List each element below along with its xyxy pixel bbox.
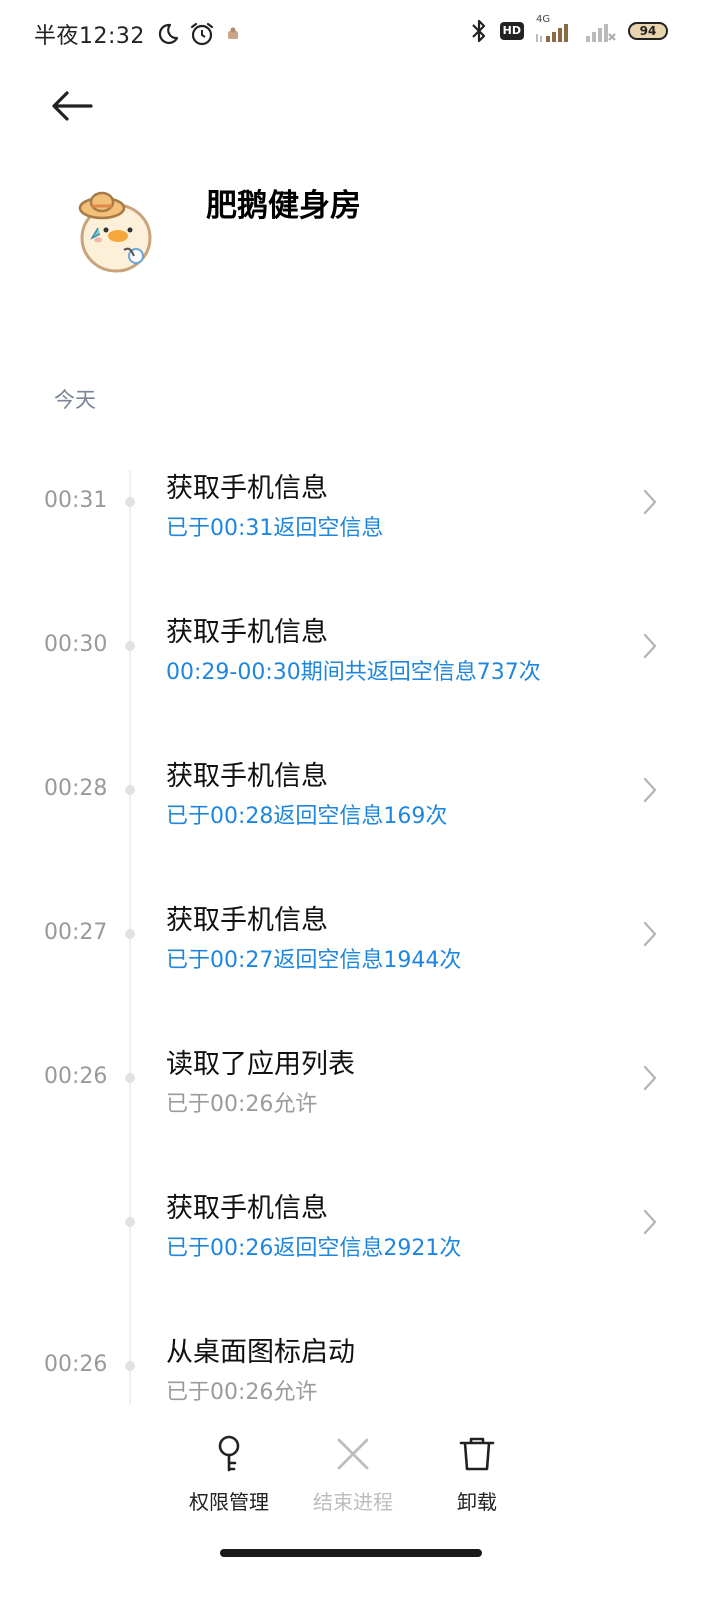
- entry-title: 获取手机信息: [166, 473, 328, 504]
- uninstall-button[interactable]: 卸载: [422, 1420, 532, 1520]
- entry-time: 00:27: [44, 920, 108, 945]
- alarm-icon: [189, 21, 215, 47]
- entry-time: 00:28: [44, 776, 108, 801]
- notification-icon: [225, 26, 241, 42]
- permissions-button[interactable]: 权限管理: [174, 1420, 284, 1520]
- status-bar-right: HD 4G 94: [468, 14, 668, 44]
- timeline-entry[interactable]: 00:31 获取手机信息 已于00:31返回空信息: [0, 452, 720, 562]
- timeline-entry[interactable]: 00:28 获取手机信息 已于00:28返回空信息169次: [0, 740, 720, 850]
- entry-time: 00:30: [44, 632, 108, 657]
- back-button[interactable]: [48, 82, 96, 130]
- timeline-entry[interactable]: 获取手机信息 已于00:26返回空信息2921次: [0, 1172, 720, 1282]
- section-title-today: 今天: [54, 388, 96, 412]
- uninstall-label: 卸载: [457, 1490, 497, 1514]
- entry-title: 获取手机信息: [166, 761, 328, 792]
- chevron-right-icon: [638, 630, 662, 662]
- timeline-entry[interactable]: 00:27 获取手机信息 已于00:27返回空信息1944次: [0, 884, 720, 994]
- permissions-label: 权限管理: [189, 1490, 269, 1514]
- hd-badge: HD: [499, 22, 524, 40]
- arrow-left-icon: [52, 91, 93, 121]
- entry-time: 00:31: [44, 488, 108, 513]
- entry-subtitle: 已于00:26允许: [166, 1380, 318, 1405]
- entry-title: 获取手机信息: [166, 905, 328, 936]
- chevron-right-icon: [638, 774, 662, 806]
- entry-subtitle: 已于00:26返回空信息2921次: [166, 1236, 462, 1261]
- entry-title: 读取了应用列表: [166, 1049, 355, 1080]
- status-time: 半夜12:32: [34, 24, 145, 49]
- timeline-dot: [125, 1361, 135, 1371]
- key-icon: [209, 1434, 249, 1474]
- signal-icon: [584, 18, 618, 44]
- battery-indicator: 94: [628, 22, 668, 40]
- timeline-dot: [125, 929, 135, 939]
- trash-icon: [457, 1434, 497, 1474]
- entry-subtitle: 00:29-00:30期间共返回空信息737次: [166, 660, 541, 685]
- timeline-dot: [125, 497, 135, 507]
- timeline-entry: 00:26 从桌面图标启动 已于00:26允许: [0, 1316, 720, 1426]
- bottom-action-bar: 权限管理 结束进程 卸载: [0, 1420, 720, 1530]
- timeline-dot: [125, 1073, 135, 1083]
- entry-title: 从桌面图标启动: [166, 1337, 355, 1368]
- chevron-right-icon: [638, 1062, 662, 1094]
- moon-icon: [155, 22, 179, 46]
- app-icon: [76, 186, 154, 278]
- close-icon: [333, 1434, 373, 1474]
- chevron-right-icon: [638, 1206, 662, 1238]
- entry-subtitle: 已于00:27返回空信息1944次: [166, 948, 462, 973]
- timeline-entry[interactable]: 00:30 获取手机信息 00:29-00:30期间共返回空信息737次: [0, 596, 720, 706]
- chevron-right-icon: [638, 918, 662, 950]
- entry-subtitle: 已于00:28返回空信息169次: [166, 804, 448, 829]
- entry-title: 获取手机信息: [166, 1193, 328, 1224]
- timeline-dot: [125, 641, 135, 651]
- entry-time: 00:26: [44, 1352, 108, 1377]
- entry-time: 00:26: [44, 1064, 108, 1089]
- timeline-dot: [125, 785, 135, 795]
- bluetooth-icon: [468, 18, 490, 44]
- timeline-dot: [125, 1217, 135, 1227]
- app-name: 肥鹅健身房: [206, 188, 361, 224]
- home-indicator[interactable]: [220, 1549, 482, 1557]
- signal-4g-icon: 4G: [534, 14, 574, 44]
- entry-title: 获取手机信息: [166, 617, 328, 648]
- entry-subtitle: 已于00:26允许: [166, 1092, 318, 1117]
- timeline-entry[interactable]: 00:26 读取了应用列表 已于00:26允许: [0, 1028, 720, 1138]
- end-process-label: 结束进程: [313, 1490, 393, 1514]
- status-bar: 半夜12:32 HD 4G 94: [0, 0, 720, 70]
- chevron-right-icon: [638, 486, 662, 518]
- entry-subtitle: 已于00:31返回空信息: [166, 516, 384, 541]
- end-process-button[interactable]: 结束进程: [298, 1420, 408, 1520]
- status-bar-left: 半夜12:32: [34, 18, 241, 50]
